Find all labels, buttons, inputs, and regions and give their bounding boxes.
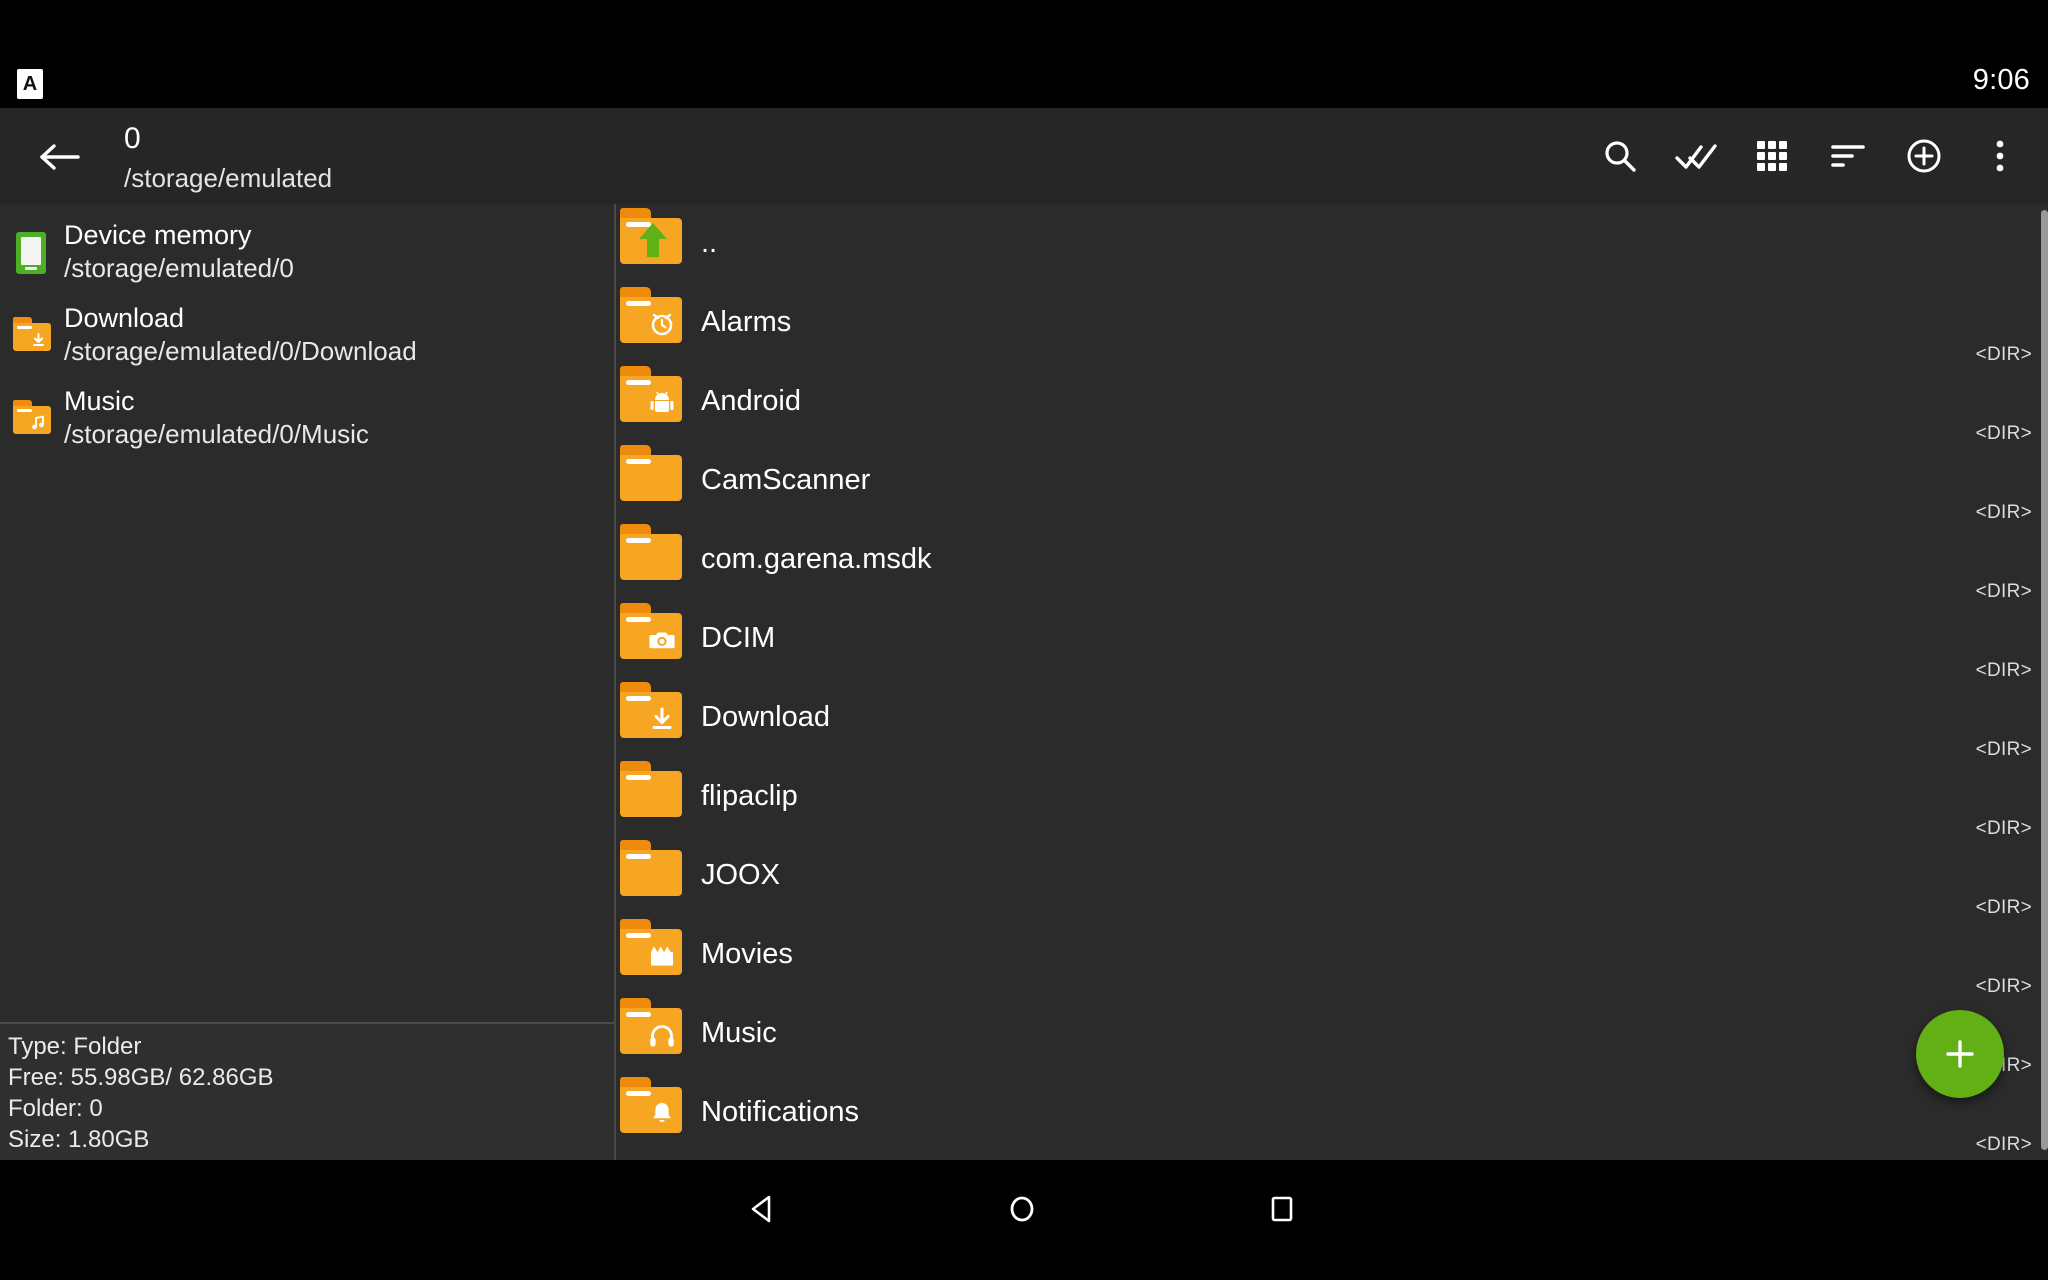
add-fab[interactable]: [1916, 1010, 2004, 1098]
breadcrumb: /storage/emulated: [124, 163, 333, 193]
bookmark-name: Device memory: [64, 219, 252, 250]
bookmark-download[interactable]: Download /storage/emulated/0/Download: [0, 293, 614, 376]
back-button[interactable]: [33, 130, 87, 184]
bookmark-name: Download: [64, 302, 185, 333]
nav-back-button[interactable]: [718, 1178, 808, 1240]
app-badge-icon: A: [17, 69, 43, 99]
path-title-block[interactable]: 0 /storage/emulated: [124, 122, 332, 195]
folder-notifications-icon: [620, 1077, 688, 1139]
file-type-tag: <DIR>: [1975, 1134, 2032, 1155]
file-list-item[interactable]: Music <DIR>: [616, 994, 2048, 1076]
folder-music-icon: [12, 396, 52, 440]
nav-recents-icon: [1271, 1196, 1293, 1222]
folder-alarm-icon: [620, 287, 688, 349]
file-name: DCIM: [701, 622, 776, 654]
folder-icon: [620, 524, 688, 586]
file-list-item[interactable]: ..: [616, 204, 2048, 283]
nav-home-button[interactable]: [977, 1178, 1067, 1240]
folder-icon: [620, 445, 688, 507]
file-name: Music: [701, 1017, 777, 1049]
info-free: Free: 55.98GB/ 62.86GB: [8, 1064, 274, 1091]
bookmark-music[interactable]: Music /storage/emulated/0/Music: [0, 376, 614, 459]
file-list-pane: .. Alarms <DIR> Android <DIR> CamScanner <DIR>…: [616, 204, 2048, 1160]
folder-icon: [620, 840, 688, 902]
file-name: CamScanner: [701, 464, 871, 496]
app-bar: 0 /storage/emulated: [0, 108, 2048, 304]
select-all-button[interactable]: [1658, 108, 1734, 204]
search-button[interactable]: [1582, 108, 1658, 204]
folder-download-icon: [12, 313, 52, 357]
plus-icon: [1946, 1040, 1974, 1068]
select-all-icon: [1675, 144, 1717, 169]
info-panel: Type: Folder Free: 55.98GB/ 62.86GB Fold…: [0, 1022, 614, 1160]
add-button[interactable]: [1886, 108, 1962, 204]
file-name: JOOX: [701, 859, 780, 891]
file-name: com.garena.msdk: [701, 543, 932, 575]
bookmark-device-memory[interactable]: Device memory /storage/emulated/0: [0, 210, 614, 293]
content-area: Device memory /storage/emulated/0 Downlo…: [0, 204, 2048, 1160]
nav-recents-button[interactable]: [1237, 1178, 1327, 1240]
bookmarks-pane: Device memory /storage/emulated/0 Downlo…: [0, 204, 614, 1160]
folder-up-icon: [620, 208, 688, 270]
file-list-item[interactable]: Movies <DIR>: [616, 915, 2048, 997]
file-list-item[interactable]: DCIM <DIR>: [616, 599, 2048, 681]
file-list-scrollbar[interactable]: [2041, 204, 2048, 1160]
status-clock: 9:06: [1972, 64, 2030, 96]
file-name: flipaclip: [701, 780, 798, 812]
file-name: Android: [701, 385, 801, 417]
folder-camera-icon: [620, 603, 688, 665]
grid-view-button[interactable]: [1734, 108, 1810, 204]
android-navigation-bar: [0, 1160, 2048, 1280]
sort-icon: [1831, 145, 1865, 167]
arrow-left-icon: [40, 144, 80, 170]
page-title: 0: [124, 122, 141, 155]
info-folder: Folder: 0: [8, 1095, 103, 1122]
overflow-menu-icon: [1996, 140, 2004, 172]
file-list-item[interactable]: Alarms <DIR>: [616, 283, 2048, 365]
folder-movies-icon: [620, 919, 688, 981]
info-size: Size: 1.80GB: [8, 1126, 150, 1153]
status-notif-letter: A: [22, 73, 38, 95]
bookmark-path: /storage/emulated/0: [64, 252, 294, 283]
bookmarks-list: Device memory /storage/emulated/0 Downlo…: [0, 210, 614, 459]
grid-view-icon: [1757, 141, 1787, 171]
file-list-item[interactable]: Download <DIR>: [616, 678, 2048, 760]
file-list-item[interactable]: com.garena.msdk <DIR>: [616, 520, 2048, 602]
file-list-item[interactable]: Android <DIR>: [616, 362, 2048, 444]
file-list-item[interactable]: CamScanner <DIR>: [616, 441, 2048, 523]
device-memory-icon: [12, 230, 52, 274]
nav-home-icon: [1010, 1196, 1034, 1222]
file-list-item[interactable]: flipaclip <DIR>: [616, 757, 2048, 839]
nav-back-icon: [751, 1195, 771, 1223]
search-icon: [1605, 141, 1636, 172]
file-name: Notifications: [701, 1096, 859, 1128]
folder-android-icon: [620, 366, 688, 428]
file-name: Alarms: [701, 306, 792, 338]
folder-music-icon: [620, 998, 688, 1060]
bookmark-name: Music: [64, 385, 135, 416]
file-list-item[interactable]: JOOX <DIR>: [616, 836, 2048, 918]
file-name: Movies: [701, 938, 793, 970]
file-list-item[interactable]: Notifications <DIR>: [616, 1073, 2048, 1155]
overflow-menu-button[interactable]: [1962, 108, 2038, 204]
toolbar-actions: [1582, 108, 2038, 204]
bookmark-path: /storage/emulated/0/Music: [64, 418, 369, 449]
status-bar: A 9:06: [0, 0, 2048, 108]
info-type: Type: Folder: [8, 1033, 142, 1060]
add-circle-icon: [1907, 139, 1941, 173]
folder-download-icon: [620, 682, 688, 744]
file-list: .. Alarms <DIR> Android <DIR> CamScanner <DIR>…: [616, 204, 2048, 1155]
file-name: ..: [701, 227, 718, 259]
bookmark-path: /storage/emulated/0/Download: [64, 335, 417, 366]
app-root: A 9:06 0 /storage/emulated Device memory…: [0, 0, 2048, 1280]
folder-icon: [620, 761, 688, 823]
scrollbar-thumb[interactable]: [2041, 210, 2048, 1150]
sort-button[interactable]: [1810, 108, 1886, 204]
file-name: Download: [701, 701, 830, 733]
